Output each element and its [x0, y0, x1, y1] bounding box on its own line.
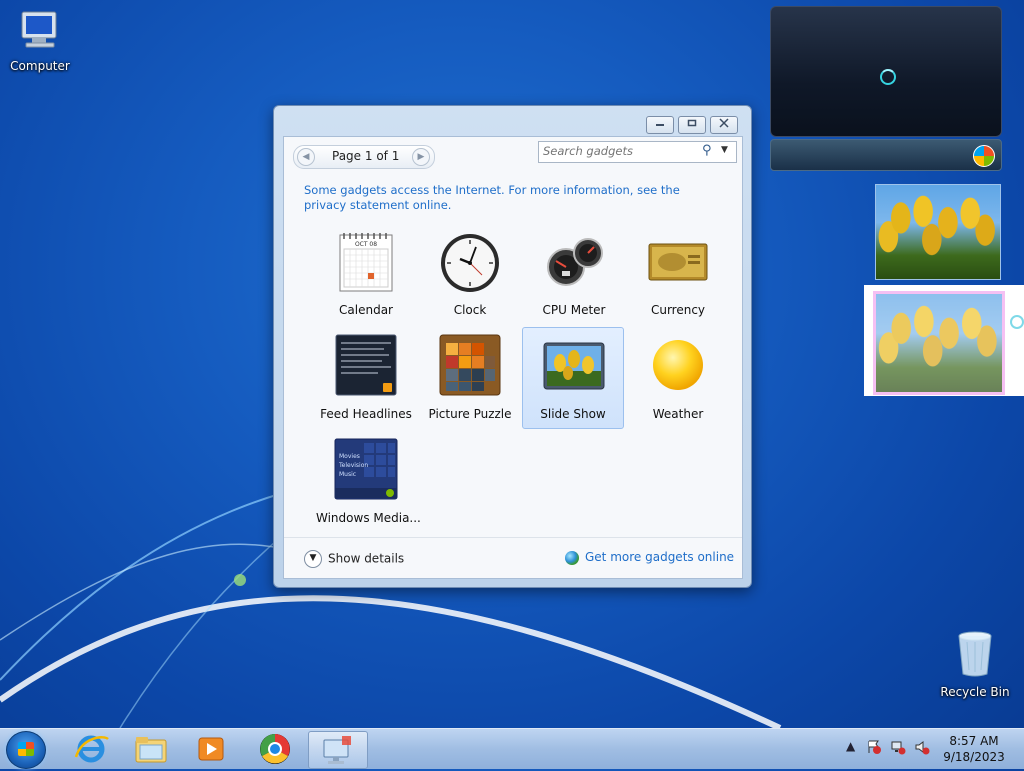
weather-icon [646, 333, 710, 397]
chevron-down-icon[interactable]: ▼ [721, 145, 728, 155]
action-center-icon[interactable] [866, 739, 882, 758]
gadget-label: Feed Headlines [320, 407, 412, 421]
gallery-footer: ▼ Show details Get more gadgets online [284, 537, 742, 579]
gadget-tile-clock[interactable]: Clock [420, 225, 520, 325]
desktop-icon-computer[interactable]: Computer [0, 8, 80, 73]
search-box: ⚲ ▼ [538, 141, 737, 163]
show-hidden-icons-button[interactable]: ▲ [846, 739, 855, 753]
media-player-icon [198, 737, 224, 761]
calendar-icon: OCT 08 [334, 229, 398, 293]
start-button[interactable] [6, 731, 46, 769]
media-center-item: Television [338, 462, 368, 469]
desktop-icon-recycle-bin[interactable]: Recycle Bin [935, 630, 1015, 699]
media-center-item: Music [339, 471, 356, 478]
clock-date: 9/18/2023 [943, 750, 1005, 764]
next-page-button[interactable]: ▶ [412, 148, 430, 166]
windows-logo-icon [973, 145, 995, 167]
clock-time: 8:57 AM [949, 734, 999, 748]
slide-show-gadget[interactable] [875, 184, 1001, 280]
windows-logo-icon [18, 742, 34, 756]
taskbar-file-explorer[interactable] [124, 731, 178, 767]
currency-icon [646, 229, 710, 293]
internet-explorer-icon [74, 735, 109, 763]
gadget-gallery-window: ◀ Page 1 of 1 ▶ ⚲ ▼ Some gadgets access … [273, 105, 752, 588]
search-input[interactable] [543, 143, 693, 159]
gadget-tile-picture-puzzle[interactable]: Picture Puzzle [420, 329, 520, 429]
page-navigator: ◀ Page 1 of 1 ▶ [293, 145, 435, 169]
recycle-bin-icon [935, 630, 1015, 681]
clock-icon [438, 229, 502, 293]
desktop-icon-label: Recycle Bin [940, 685, 1010, 699]
taskbar: ▲ 8:57 AM 9/18/2023 [0, 728, 1024, 769]
taskbar-chrome[interactable] [248, 731, 302, 767]
system-clock[interactable]: 8:57 AM 9/18/2023 [934, 733, 1014, 765]
windows-media-center-icon: Movies Television Music [334, 437, 398, 501]
loading-spinner-icon [1010, 315, 1024, 329]
feed-headlines-icon [334, 333, 398, 397]
desktop-icon-label: Computer [10, 59, 70, 73]
show-details-toggle[interactable]: ▼ Show details [304, 550, 404, 568]
media-center-gadget[interactable] [770, 6, 1002, 137]
restore-icon [687, 119, 697, 127]
close-icon [719, 118, 729, 128]
gadget-tile-cpu-meter[interactable]: CPU Meter [524, 225, 624, 325]
gadget-label: Slide Show [540, 407, 606, 421]
cpu-meter-icon [542, 229, 606, 293]
minimize-icon [656, 124, 664, 126]
volume-muted-icon[interactable] [914, 739, 930, 758]
get-more-gadgets-link[interactable]: Get more gadgets online [565, 550, 734, 565]
chrome-icon [260, 734, 290, 764]
calendar-month-label: OCT 08 [355, 241, 377, 248]
chevron-down-icon: ▼ [304, 550, 322, 568]
gadget-label: Currency [650, 303, 706, 317]
media-center-gadget-bar[interactable] [770, 139, 1002, 171]
tulips-image [873, 291, 1005, 395]
previous-page-button[interactable]: ◀ [297, 148, 315, 166]
gadget-label: Weather [652, 407, 704, 421]
gadget-tile-weather[interactable]: Weather [628, 329, 728, 429]
gadgets-icon [323, 736, 351, 764]
gadget-tile-feed-headlines[interactable]: Feed Headlines [316, 329, 416, 429]
slide-show-icon [542, 333, 606, 397]
file-explorer-icon [135, 737, 167, 763]
minimize-button[interactable] [646, 116, 674, 134]
gadget-label: Windows Media... [316, 511, 421, 525]
search-icon[interactable]: ⚲ [702, 143, 712, 158]
gadget-tile-windows-media-center[interactable]: Movies Television Music Windows Media... [316, 433, 421, 533]
privacy-notice-link[interactable]: Some gadgets access the Internet. For mo… [304, 183, 724, 213]
gadget-tile-calendar[interactable]: OCT 08 Calendar [316, 225, 416, 325]
gallery-body: ◀ Page 1 of 1 ▶ ⚲ ▼ Some gadgets access … [283, 136, 743, 579]
taskbar-media-player[interactable] [184, 731, 238, 767]
globe-icon [565, 550, 579, 565]
loading-spinner-icon [880, 69, 896, 85]
media-center-item: Movies [339, 453, 360, 460]
page-label: Page 1 of 1 [332, 149, 400, 163]
gadget-tile-currency[interactable]: Currency [628, 225, 728, 325]
taskbar-internet-explorer[interactable] [64, 731, 118, 767]
close-button[interactable] [710, 116, 738, 134]
taskbar-gadgets[interactable] [308, 731, 368, 769]
gadget-label: CPU Meter [542, 303, 606, 317]
gadget-label: Clock [453, 303, 487, 317]
gadget-label: Picture Puzzle [428, 407, 512, 421]
gadget-label: Calendar [339, 303, 393, 317]
slide-show-gadget-dragging[interactable] [864, 285, 1024, 396]
tulips-image [876, 185, 1000, 279]
gadget-tile-slide-show[interactable]: Slide Show [522, 327, 624, 429]
get-more-gadgets-label: Get more gadgets online [585, 550, 735, 564]
restore-button[interactable] [678, 116, 706, 134]
show-details-label: Show details [328, 551, 405, 566]
picture-puzzle-icon [438, 333, 502, 397]
network-icon[interactable] [890, 739, 906, 758]
computer-icon [0, 8, 80, 55]
